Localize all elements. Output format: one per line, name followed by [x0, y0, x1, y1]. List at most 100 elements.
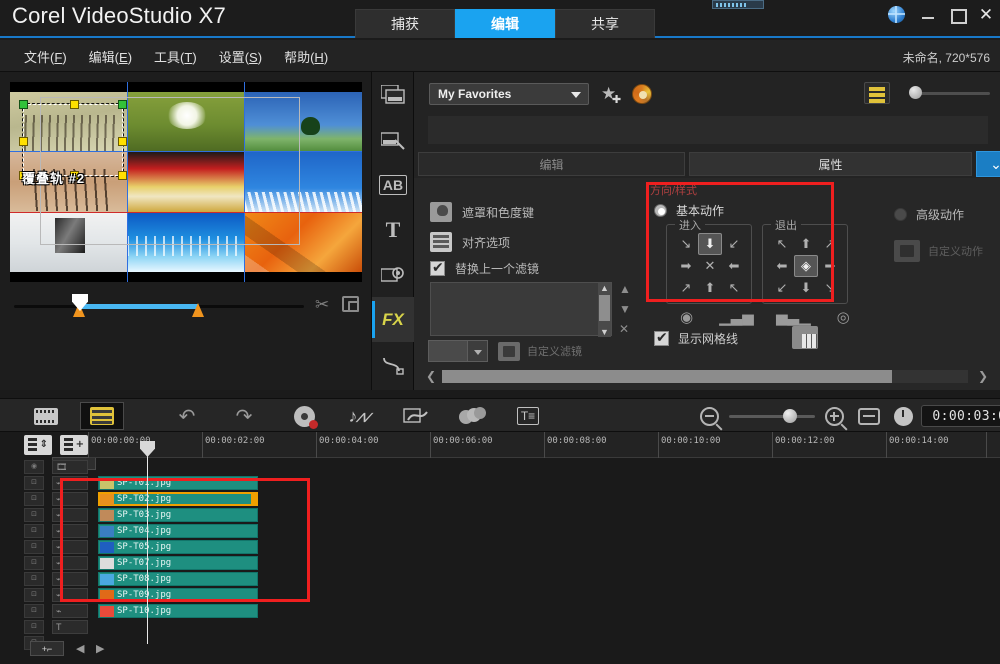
hscrollbar-thumb[interactable]: [442, 370, 892, 383]
enter-dir-cell[interactable]: ↙: [722, 233, 746, 255]
basic-motion-radio[interactable]: [654, 204, 667, 217]
library-content-strip[interactable]: [428, 116, 988, 144]
track-toggle[interactable]: ⊡: [24, 572, 44, 586]
add-media-button[interactable]: +⌐: [30, 641, 64, 656]
timeline-clip[interactable]: SP-T10.jpg: [98, 604, 258, 618]
track-toggle[interactable]: ⊡: [24, 540, 44, 554]
tab-options-properties[interactable]: 属性: [689, 152, 972, 176]
track-header-overlay[interactable]: ⌁: [52, 556, 88, 570]
timeline-clip[interactable]: SP-T07.jpg: [98, 556, 258, 570]
scroll-left-icon[interactable]: ❮: [426, 369, 436, 383]
exit-dir-cell[interactable]: ↗: [818, 233, 842, 255]
timeline-clip-selected[interactable]: SP-T02.jpg: [98, 492, 258, 506]
zoom-in-icon[interactable]: [825, 407, 844, 426]
scissors-icon[interactable]: ✂: [315, 296, 333, 314]
transition-icon[interactable]: AB: [372, 162, 414, 207]
filter-preset-swatch[interactable]: [428, 340, 468, 362]
move-filter-down-icon[interactable]: ▼: [619, 302, 637, 316]
storyboard-view-button[interactable]: [24, 402, 68, 430]
duplicate-icon[interactable]: [342, 296, 359, 312]
track-manager-icon[interactable]: ⇕: [24, 435, 52, 455]
exit-dir-cell[interactable]: ⬇: [794, 277, 818, 299]
exit-dir-cell[interactable]: ↙: [770, 277, 794, 299]
media-library-icon[interactable]: [372, 72, 414, 117]
enter-dir-cell[interactable]: ⬅: [722, 255, 746, 277]
tab-capture[interactable]: 捕获: [355, 9, 455, 38]
enter-dir-cell[interactable]: ↘: [674, 233, 698, 255]
timeline-clip[interactable]: SP-T04.jpg: [98, 524, 258, 538]
timeline-clip[interactable]: SP-T05.jpg: [98, 540, 258, 554]
prev-page-icon[interactable]: ◀: [76, 642, 84, 655]
add-track-icon[interactable]: +: [60, 435, 88, 455]
menu-settings[interactable]: 设置(S): [219, 47, 262, 66]
grid-options-icon[interactable]: [792, 326, 818, 349]
menu-help[interactable]: 帮助(H): [284, 47, 328, 66]
timeline-clip[interactable]: SP-T01.jpg: [98, 476, 258, 490]
filter-list-scrollbar[interactable]: ▲ ▼: [598, 283, 611, 337]
record-capture-button[interactable]: [282, 402, 326, 430]
track-header-video[interactable]: 🎞: [52, 460, 88, 474]
mask-chroma-row[interactable]: 遮罩和色度键: [430, 202, 534, 222]
fit-project-icon[interactable]: [858, 408, 880, 425]
tab-share[interactable]: 共享: [555, 9, 655, 38]
timeline-zoom-slider[interactable]: [729, 415, 815, 418]
enter-dir-cell[interactable]: ➡: [674, 255, 698, 277]
track-header-overlay[interactable]: ⌁: [52, 604, 88, 618]
scroll-right-icon[interactable]: ❯: [978, 369, 988, 383]
track-toggle[interactable]: ⊡: [24, 476, 44, 490]
show-grid-row[interactable]: 显示网格线: [654, 330, 738, 347]
advanced-motion-radio[interactable]: [894, 208, 907, 221]
audio-mixer-button[interactable]: ♪⩘⩗: [338, 402, 382, 430]
customize-motion-button[interactable]: 自定义动作: [894, 240, 983, 262]
track-toggle[interactable]: ⊡: [24, 620, 44, 634]
path-motion-icon[interactable]: [372, 342, 414, 387]
rotate-out-icon[interactable]: ◎: [837, 308, 850, 326]
favorites-dropdown[interactable]: My Favorites: [429, 83, 589, 105]
resize-handle[interactable]: [118, 171, 127, 180]
track-header-overlay[interactable]: ⌁: [52, 476, 88, 490]
resize-handle[interactable]: [118, 100, 127, 109]
motion-tracking-button[interactable]: [394, 402, 438, 430]
slider-knob[interactable]: [909, 86, 922, 99]
scroll-down-icon[interactable]: ▼: [600, 327, 609, 337]
rotate-in-icon[interactable]: ▁▃▅: [719, 308, 754, 326]
resize-handle[interactable]: [19, 137, 28, 146]
zoom-out-icon[interactable]: [700, 407, 719, 426]
track-toggle[interactable]: ⊡: [24, 556, 44, 570]
custom-filter-button[interactable]: 自定义滤镜: [498, 342, 582, 361]
undo-button[interactable]: ↶: [165, 402, 209, 430]
chevron-down-icon[interactable]: ⌄: [976, 151, 1000, 177]
exit-dir-cell-selected[interactable]: ◈: [794, 255, 818, 277]
track-toggle[interactable]: ⊡: [24, 604, 44, 618]
slider-track[interactable]: [914, 92, 990, 95]
resize-handle[interactable]: [70, 100, 79, 109]
replace-filter-row[interactable]: 替换上一个滤镜: [430, 260, 539, 277]
fade-out-icon[interactable]: ▅▃▁: [776, 308, 811, 326]
exit-dir-cell[interactable]: ↖: [770, 233, 794, 255]
resize-handle[interactable]: [19, 100, 28, 109]
enter-dir-cell[interactable]: ⬆: [698, 277, 722, 299]
exit-dir-cell[interactable]: ⬅: [770, 255, 794, 277]
timeline-timecode[interactable]: 0:00:03:00: [921, 405, 1000, 427]
timeline-view-button[interactable]: [80, 402, 124, 430]
exit-dir-cell[interactable]: ➡: [818, 255, 842, 277]
enter-dir-cell[interactable]: ↗: [674, 277, 698, 299]
thumbnail-size-slider[interactable]: [900, 91, 990, 95]
exit-dir-cell[interactable]: ↘: [818, 277, 842, 299]
list-view-icon[interactable]: [864, 82, 890, 104]
tab-options-edit[interactable]: 编辑: [418, 152, 685, 176]
instant-project-icon[interactable]: [372, 117, 414, 162]
enter-dir-cell[interactable]: ↖: [722, 277, 746, 299]
track-header-overlay[interactable]: ⌁: [52, 572, 88, 586]
preview-scrubber[interactable]: [14, 294, 304, 316]
star-plus-icon[interactable]: ★✚: [601, 84, 616, 104]
hscrollbar-track[interactable]: [442, 370, 968, 383]
menu-tools[interactable]: 工具(T): [154, 47, 197, 66]
track-header-title[interactable]: T: [52, 620, 88, 634]
clip-trim-handle[interactable]: [251, 493, 257, 505]
multi-trim-button[interactable]: [450, 402, 494, 430]
color-wheel-icon[interactable]: [632, 84, 652, 104]
track-header-overlay[interactable]: ⌁: [52, 540, 88, 554]
globe-icon[interactable]: [888, 6, 905, 23]
show-grid-checkbox[interactable]: [654, 331, 669, 346]
